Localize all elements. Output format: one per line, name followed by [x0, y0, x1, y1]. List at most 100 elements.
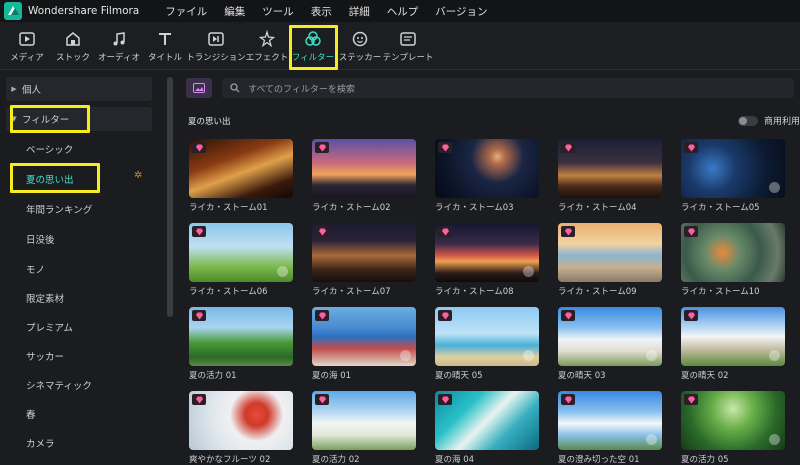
- tool-template[interactable]: テンプレート: [383, 22, 433, 70]
- download-icon[interactable]: [277, 266, 288, 277]
- filter-type-button[interactable]: [186, 78, 212, 98]
- filter-card-label: 夏の活力 02: [312, 455, 360, 465]
- filter-thumbnail: [558, 391, 662, 450]
- premium-gem-icon: [561, 394, 575, 405]
- filter-thumbnail: [189, 307, 293, 366]
- app-title: Wondershare Filmora: [28, 5, 140, 17]
- filter-card[interactable]: ライカ・ストーム09: [558, 223, 662, 297]
- title-icon: [159, 32, 171, 45]
- filter-card[interactable]: ライカ・ストーム04: [558, 139, 662, 213]
- caret-right-icon: ▶: [11, 85, 17, 93]
- sidebar-item-limited[interactable]: 限定素材: [6, 286, 152, 310]
- sidebar-item-annual-ranking[interactable]: 年間ランキング: [6, 197, 152, 221]
- filter-card-label: 爽やかなフルーツ 02: [189, 455, 271, 465]
- filter-card[interactable]: 夏の活力 02: [312, 391, 416, 465]
- tool-sticker[interactable]: ステッカー: [339, 22, 381, 70]
- sidebar-item-cinematic[interactable]: シネマティック: [6, 373, 152, 397]
- filter-card-label: ライカ・ストーム04: [558, 203, 637, 213]
- filter-library: すべてのフィルターを検索 夏の思い出 商用利用 ライカ・ストーム01 ライカ・ス…: [180, 71, 800, 465]
- download-icon[interactable]: [769, 182, 780, 193]
- filter-card[interactable]: 夏の海 04: [435, 391, 539, 465]
- tool-media[interactable]: メディア: [10, 22, 44, 70]
- search-input[interactable]: すべてのフィルターを検索: [222, 78, 794, 98]
- sidebar-group-personal[interactable]: ▶ 個人: [6, 77, 152, 101]
- filter-card[interactable]: ライカ・ストーム10: [681, 223, 785, 297]
- template-icon: [400, 31, 416, 46]
- premium-gem-icon: [192, 142, 206, 153]
- filter-thumbnail: [558, 307, 662, 366]
- caret-down-icon: ▼: [11, 115, 17, 123]
- filter-thumbnail: [435, 223, 539, 282]
- filter-card-label: ライカ・ストーム10: [681, 287, 760, 297]
- filter-card[interactable]: 夏の晴天 02: [681, 307, 785, 381]
- sidebar-item-spring[interactable]: 春: [6, 402, 152, 426]
- premium-gem-icon: [438, 226, 452, 237]
- filter-card-label: ライカ・ストーム06: [189, 287, 268, 297]
- search-icon: [230, 83, 240, 93]
- filter-thumbnail: [681, 223, 785, 282]
- filter-card[interactable]: ライカ・ストーム08: [435, 223, 539, 297]
- menu-tools[interactable]: ツール: [262, 4, 294, 19]
- filter-card-label: 夏の晴天 03: [558, 371, 606, 381]
- download-icon[interactable]: [769, 350, 780, 361]
- filter-card[interactable]: 夏の活力 01: [189, 307, 293, 381]
- filter-card-label: ライカ・ストーム08: [435, 287, 514, 297]
- commercial-use-toggle[interactable]: 商用利用: [737, 114, 800, 127]
- filter-card[interactable]: 夏の海 01: [312, 307, 416, 381]
- premium-gem-icon: [192, 226, 206, 237]
- sidebar-item-soccer[interactable]: サッカー: [6, 344, 152, 368]
- filter-card-label: ライカ・ストーム09: [558, 287, 637, 297]
- menu-advanced[interactable]: 詳細: [349, 4, 370, 19]
- sidebar-item-premium[interactable]: プレミアム: [6, 315, 152, 339]
- tool-audio[interactable]: オーディオ: [98, 22, 140, 70]
- filter-card[interactable]: 夏の晴天 03: [558, 307, 662, 381]
- tool-filter[interactable]: フィルター: [292, 22, 334, 70]
- menu-view[interactable]: 表示: [311, 4, 332, 19]
- tool-title[interactable]: タイトル: [148, 22, 182, 70]
- tool-effect[interactable]: エフェクト: [246, 22, 288, 70]
- sticker-icon: [352, 31, 368, 46]
- filter-thumbnail: [558, 139, 662, 198]
- filter-card[interactable]: 夏の澄み切った空 01: [558, 391, 662, 465]
- premium-gem-icon: [561, 310, 575, 321]
- download-icon[interactable]: [523, 266, 534, 277]
- menu-bar: Wondershare Filmora ファイル 編集 ツール 表示 詳細 ヘル…: [0, 0, 800, 22]
- filter-card[interactable]: ライカ・ストーム01: [189, 139, 293, 213]
- menu-version[interactable]: バージョン: [435, 4, 487, 19]
- sidebar-scrollbar[interactable]: [167, 77, 173, 317]
- sidebar-item-summer-memories[interactable]: 夏の思い出: [6, 167, 152, 191]
- download-icon[interactable]: [769, 434, 780, 445]
- filter-card[interactable]: ライカ・ストーム06: [189, 223, 293, 297]
- sidebar-item-mono[interactable]: モノ: [6, 257, 152, 281]
- filter-thumbnail: [312, 307, 416, 366]
- sidebar-item-basic[interactable]: ベーシック: [6, 137, 152, 161]
- download-icon[interactable]: [646, 434, 657, 445]
- filter-card-label: 夏の海 01: [312, 371, 352, 381]
- sidebar-group-filter[interactable]: ▼ フィルター: [6, 107, 152, 131]
- filter-card[interactable]: ライカ・ストーム05: [681, 139, 785, 213]
- tool-transition[interactable]: トランジション: [186, 22, 246, 70]
- filter-card[interactable]: ライカ・ストーム02: [312, 139, 416, 213]
- menu-file[interactable]: ファイル: [165, 4, 207, 19]
- download-icon[interactable]: [400, 350, 411, 361]
- sidebar-item-camera[interactable]: カメラ: [6, 431, 152, 455]
- menu-help[interactable]: ヘルプ: [387, 4, 419, 19]
- filter-card-label: ライカ・ストーム05: [681, 203, 760, 213]
- download-icon[interactable]: [523, 350, 534, 361]
- filter-card-label: 夏の活力 05: [681, 455, 729, 465]
- filter-thumbnail: [312, 223, 416, 282]
- filter-card[interactable]: ライカ・ストーム03: [435, 139, 539, 213]
- sidebar-item-after-sunset[interactable]: 日没後: [6, 227, 152, 251]
- category-sidebar: ▶ 個人 ▼ フィルター ベーシック 夏の思い出 年間ランキング 日没後 モノ …: [0, 71, 178, 465]
- filter-card[interactable]: 爽やかなフルーツ 02: [189, 391, 293, 465]
- filter-card[interactable]: 夏の晴天 05: [435, 307, 539, 381]
- filter-thumbnail: [435, 391, 539, 450]
- premium-gem-icon: [192, 394, 206, 405]
- premium-gem-icon: [684, 310, 698, 321]
- menu-edit[interactable]: 編集: [224, 4, 245, 19]
- filter-card[interactable]: 夏の活力 05: [681, 391, 785, 465]
- filter-card[interactable]: ライカ・ストーム07: [312, 223, 416, 297]
- tool-stock[interactable]: ストック: [56, 22, 90, 70]
- download-icon[interactable]: [646, 350, 657, 361]
- toggle-switch[interactable]: [737, 115, 758, 126]
